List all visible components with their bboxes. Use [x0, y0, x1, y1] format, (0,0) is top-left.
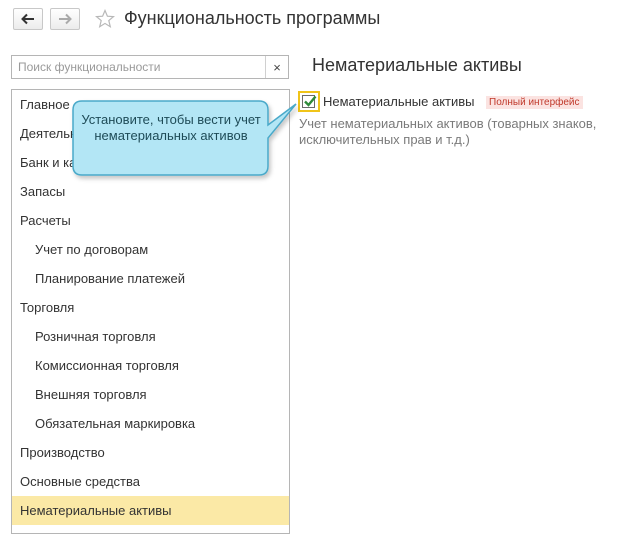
- forward-button[interactable]: [50, 8, 80, 30]
- page-title: Функциональность программы: [124, 8, 381, 28]
- option-description: Учет нематериальных активов (товарных зн…: [299, 116, 597, 147]
- arrow-right-icon: [59, 13, 72, 25]
- intangible-assets-checkbox[interactable]: [298, 91, 320, 112]
- sidebar-item-fixed-assets[interactable]: Основные средства: [12, 467, 289, 496]
- arrow-left-icon: [21, 13, 34, 25]
- star-icon[interactable]: [95, 9, 115, 29]
- sidebar-item-labeling[interactable]: Обязательная маркировка: [12, 409, 289, 438]
- checkmark-icon: [304, 95, 317, 107]
- hint-text: Установите, чтобы вести учет нематериаль…: [81, 112, 261, 143]
- full-interface-badge: Полный интерфейс: [486, 96, 583, 109]
- sidebar-item-foreign-trade[interactable]: Внешняя торговля: [12, 380, 289, 409]
- sidebar-item-contracts[interactable]: Учет по договорам: [12, 235, 289, 264]
- sidebar-item-settlements[interactable]: Расчеты: [12, 206, 289, 235]
- checkbox-label[interactable]: Нематериальные активы: [323, 94, 475, 109]
- sidebar-item-trade[interactable]: Торговля: [12, 293, 289, 322]
- sidebar-item-intangible-assets[interactable]: Нематериальные активы: [12, 496, 289, 525]
- sidebar-item-commission[interactable]: Комиссионная торговля: [12, 351, 289, 380]
- sections-list: Главное Деятельность Банк и касса Запасы…: [11, 89, 290, 534]
- clear-search-button[interactable]: ×: [265, 56, 288, 78]
- sidebar-item-production[interactable]: Производство: [12, 438, 289, 467]
- sidebar-item-retail[interactable]: Розничная торговля: [12, 322, 289, 351]
- search-box: ×: [11, 55, 289, 79]
- section-title: Нематериальные активы: [312, 55, 522, 75]
- sidebar-item-payment-planning[interactable]: Планирование платежей: [12, 264, 289, 293]
- back-button[interactable]: [13, 8, 43, 30]
- checkbox-box: [302, 95, 317, 108]
- sidebar-item-inventory[interactable]: Запасы: [12, 177, 289, 206]
- sidebar-item-bank-cash[interactable]: Банк и касса: [12, 148, 289, 177]
- search-input[interactable]: [12, 56, 266, 78]
